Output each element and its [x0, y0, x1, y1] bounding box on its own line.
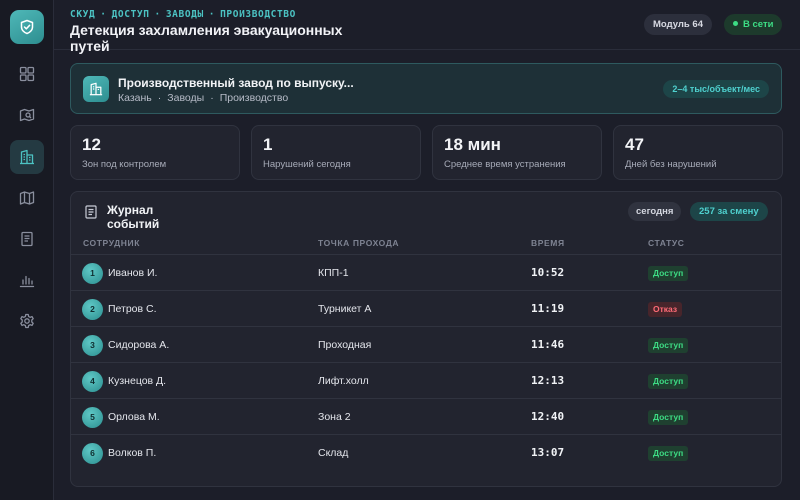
- stat-value: 12: [82, 135, 101, 154]
- nav-map[interactable]: [10, 181, 44, 215]
- column-header-status[interactable]: СТАТУС: [648, 238, 685, 248]
- stat-label: Среднее время устранения: [444, 159, 566, 170]
- status-badge: Доступ: [648, 374, 689, 389]
- breadcrumb-item[interactable]: СКУД: [70, 9, 95, 20]
- stat-card-days-clean: 47 Дней без нарушений: [613, 125, 783, 180]
- breadcrumb-item[interactable]: ЗАВОДЫ: [166, 9, 204, 20]
- stat-label: Дней без нарушений: [625, 159, 717, 170]
- column-header-employee[interactable]: СОТРУДНИК: [83, 238, 140, 248]
- breadcrumb: СКУД · ДОСТУП · ЗАВОДЫ · ПРОИЗВОДСТВО: [70, 9, 296, 20]
- app-logo[interactable]: [10, 10, 44, 44]
- bar-chart-icon: [19, 275, 35, 288]
- shield-check-icon: [20, 19, 34, 35]
- journal-icon: [85, 205, 97, 219]
- employee-name: Орлова М.: [108, 411, 160, 423]
- avatar: 5: [82, 407, 103, 428]
- map-icon: [19, 191, 35, 205]
- avatar: 3: [82, 335, 103, 356]
- status-badge: Отказ: [648, 302, 683, 317]
- building-icon: [20, 149, 34, 165]
- building-icon: [89, 82, 103, 96]
- stat-card-avg-time: 18 мин Среднее время устранения: [432, 125, 602, 180]
- online-status-badge: В сети: [724, 14, 783, 35]
- access-point: Проходная: [318, 339, 372, 351]
- event-time: 12:40: [531, 410, 565, 423]
- nav-reports[interactable]: [10, 222, 44, 256]
- journal-title: Журнал событий: [107, 203, 160, 231]
- avatar: 2: [82, 299, 103, 320]
- status-badge: Доступ: [648, 266, 689, 281]
- employee-name: Сидорова А.: [108, 339, 170, 351]
- table-row[interactable]: 4 Кузнецов Д. Лифт.холл 12:13 Доступ: [71, 363, 781, 399]
- facility-card[interactable]: Производственный завод по выпуску... Каз…: [70, 63, 782, 114]
- nav-analytics[interactable]: [10, 263, 44, 297]
- breadcrumb-item: ПРОИЗВОДСТВО: [220, 9, 296, 20]
- status-badge: Доступ: [648, 446, 689, 461]
- top-header: СКУД · ДОСТУП · ЗАВОДЫ · ПРОИЗВОДСТВО Детекция…: [54, 0, 800, 54]
- column-header-time[interactable]: ВРЕМЯ: [531, 238, 565, 248]
- table-row[interactable]: 5 Орлова М. Зона 2 12:40 Доступ: [71, 399, 781, 435]
- facility-city: Казань: [118, 92, 152, 104]
- event-journal-panel: Журнал событий сегодня 257 за смену СОТР…: [70, 191, 782, 487]
- status-badge: Доступ: [648, 410, 689, 425]
- event-time: 11:19: [531, 302, 565, 315]
- document-icon: [21, 231, 33, 247]
- status-badge: Доступ: [648, 338, 689, 353]
- table-row[interactable]: 6 Волков П. Склад 13:07 Доступ: [71, 435, 781, 471]
- employee-name: Волков П.: [108, 447, 157, 459]
- event-time: 13:07: [531, 446, 565, 459]
- facility-meta: Казань · Заводы · Производство: [118, 92, 289, 104]
- facility-type: Заводы: [167, 92, 205, 104]
- event-time: 12:13: [531, 374, 565, 387]
- nav-dashboard[interactable]: [10, 57, 44, 91]
- employee-name: Кузнецов Д.: [108, 375, 167, 387]
- access-point: Зона 2: [318, 411, 351, 423]
- stat-card-zones: 12 Зон под контролем: [70, 125, 240, 180]
- event-time: 11:46: [531, 338, 565, 351]
- nav-map-search[interactable]: [10, 98, 44, 132]
- sidebar: [0, 0, 54, 500]
- stat-value: 18 мин: [444, 135, 501, 154]
- table-row[interactable]: 1 Иванов И. КПП-1 10:52 Доступ: [71, 255, 781, 291]
- table-row[interactable]: 2 Петров С. Турникет А 11:19 Отказ: [71, 291, 781, 327]
- employee-name: Петров С.: [108, 303, 157, 315]
- access-point: КПП-1: [318, 267, 349, 279]
- map-search-icon: [19, 108, 35, 122]
- facility-icon: [83, 76, 109, 102]
- facility-category: Производство: [219, 92, 289, 104]
- avatar: 1: [82, 263, 103, 284]
- access-point: Лифт.холл: [318, 375, 369, 387]
- stat-label: Зон под контролем: [82, 159, 167, 170]
- stat-value: 1: [263, 135, 273, 154]
- price-badge: 2–4 тыс/объект/мес: [663, 80, 769, 98]
- breadcrumb-item[interactable]: ДОСТУП: [112, 9, 150, 20]
- online-status-label: В сети: [743, 19, 774, 30]
- grid-icon: [19, 66, 35, 82]
- page-title: Детекция захламления эвакуационных путей: [70, 22, 343, 54]
- period-filter[interactable]: сегодня: [628, 202, 682, 221]
- stat-card-violations: 1 Нарушений сегодня: [251, 125, 421, 180]
- employee-name: Иванов И.: [108, 267, 158, 279]
- avatar: 6: [82, 443, 103, 464]
- gear-icon: [20, 313, 34, 329]
- nav-settings[interactable]: [10, 304, 44, 338]
- stat-value: 47: [625, 135, 644, 154]
- status-dot-icon: [733, 20, 738, 26]
- nav-facilities[interactable]: [10, 140, 44, 174]
- table-row[interactable]: 3 Сидорова А. Проходная 11:46 Доступ: [71, 327, 781, 363]
- facility-name: Производственный завод по выпуску...: [118, 76, 354, 90]
- access-point: Турникет А: [318, 303, 372, 315]
- stat-label: Нарушений сегодня: [263, 159, 351, 170]
- shift-count-badge: 257 за смену: [690, 202, 768, 221]
- avatar: 4: [82, 371, 103, 392]
- column-header-point[interactable]: ТОЧКА ПРОХОДА: [318, 238, 399, 248]
- module-badge: Модуль 64: [644, 14, 712, 35]
- event-time: 10:52: [531, 266, 565, 279]
- access-point: Склад: [318, 447, 349, 459]
